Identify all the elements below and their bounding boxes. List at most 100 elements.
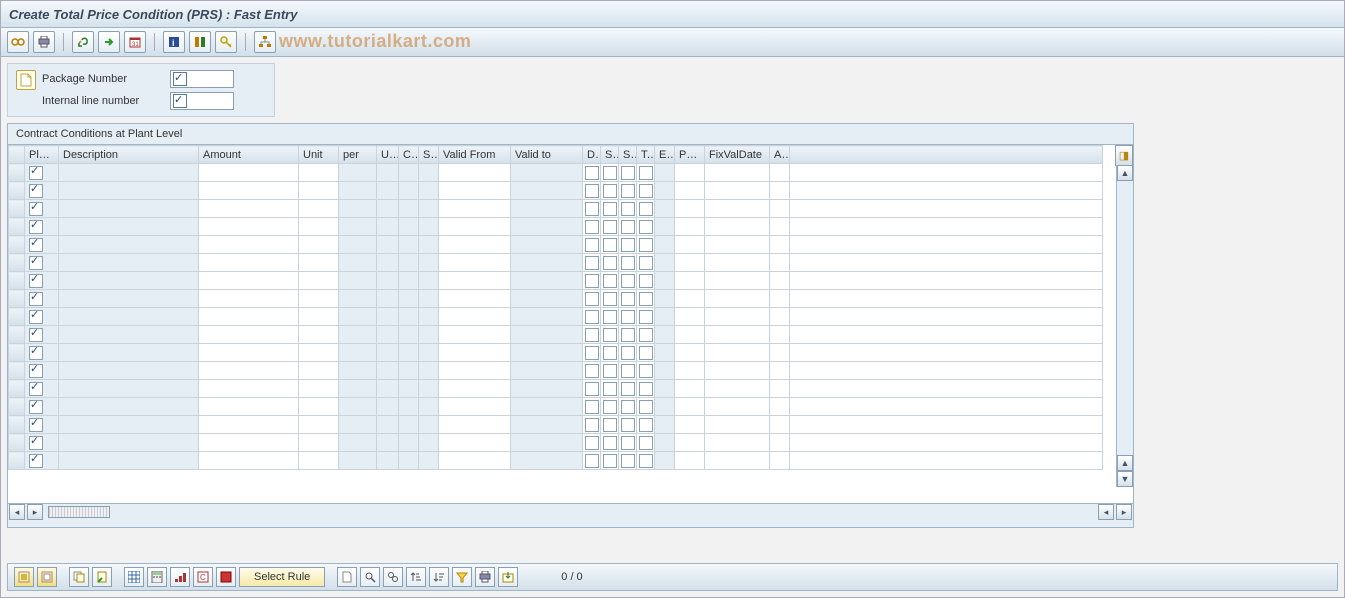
row-check-icon[interactable] <box>29 274 43 288</box>
checkbox-icon[interactable] <box>585 274 599 288</box>
column-header-pa[interactable]: Pa... <box>675 146 705 164</box>
cell[interactable] <box>419 416 439 434</box>
cell[interactable] <box>601 344 619 362</box>
cell[interactable] <box>419 344 439 362</box>
column-header-s[interactable]: S.. <box>601 146 619 164</box>
cell[interactable] <box>339 290 377 308</box>
cell[interactable] <box>705 416 770 434</box>
date-icon[interactable]: 31 <box>124 31 146 53</box>
checkbox-icon[interactable] <box>585 220 599 234</box>
row-check-icon[interactable] <box>29 346 43 360</box>
checkbox-icon[interactable] <box>621 292 635 306</box>
cell[interactable] <box>59 380 199 398</box>
column-header-description[interactable]: Description <box>59 146 199 164</box>
row-check-icon[interactable] <box>29 202 43 216</box>
cell[interactable] <box>619 308 637 326</box>
cell[interactable] <box>675 254 705 272</box>
table-row[interactable] <box>9 380 1103 398</box>
checkbox-icon[interactable] <box>603 436 617 450</box>
cell[interactable] <box>637 182 655 200</box>
new-page-icon[interactable] <box>337 567 357 587</box>
checkbox-icon[interactable] <box>621 274 635 288</box>
cell[interactable] <box>511 452 583 470</box>
column-header-per[interactable]: per <box>339 146 377 164</box>
cell[interactable] <box>59 398 199 416</box>
cell[interactable] <box>637 236 655 254</box>
cell[interactable] <box>339 344 377 362</box>
cell[interactable] <box>59 452 199 470</box>
checkbox-icon[interactable] <box>585 202 599 216</box>
execute-icon[interactable] <box>98 31 120 53</box>
cell[interactable] <box>511 326 583 344</box>
checkbox-icon[interactable] <box>603 310 617 324</box>
cell[interactable] <box>59 344 199 362</box>
checkbox-icon[interactable] <box>585 400 599 414</box>
cell[interactable] <box>637 326 655 344</box>
table-row[interactable] <box>9 452 1103 470</box>
cell[interactable] <box>59 272 199 290</box>
row-check-icon[interactable] <box>29 328 43 342</box>
cell[interactable] <box>339 254 377 272</box>
scroll-prev-icon[interactable]: ▸ <box>27 504 43 520</box>
cell[interactable] <box>583 344 601 362</box>
cell[interactable] <box>299 326 339 344</box>
cell[interactable] <box>377 452 399 470</box>
row-check-icon[interactable] <box>29 310 43 324</box>
print-icon[interactable] <box>33 31 55 53</box>
table-row[interactable] <box>9 236 1103 254</box>
scales-icon[interactable] <box>170 567 190 587</box>
cell[interactable] <box>705 452 770 470</box>
row-selector[interactable] <box>9 380 25 398</box>
cell[interactable] <box>377 380 399 398</box>
hierarchy-icon[interactable] <box>254 31 276 53</box>
cell[interactable] <box>655 398 675 416</box>
cell[interactable] <box>439 398 511 416</box>
checkbox-icon[interactable] <box>639 310 653 324</box>
cell[interactable] <box>511 254 583 272</box>
cell[interactable] <box>511 182 583 200</box>
row-check-icon[interactable] <box>29 382 43 396</box>
table-row[interactable] <box>9 218 1103 236</box>
checkbox-icon[interactable] <box>639 256 653 270</box>
cell[interactable] <box>511 308 583 326</box>
column-header-amount[interactable]: Amount <box>199 146 299 164</box>
cell[interactable] <box>511 236 583 254</box>
cell[interactable] <box>601 236 619 254</box>
cell[interactable] <box>399 380 419 398</box>
checkbox-icon[interactable] <box>585 328 599 342</box>
internal-line-input[interactable] <box>170 92 234 110</box>
cell[interactable] <box>637 254 655 272</box>
checkbox-icon[interactable] <box>639 436 653 450</box>
cell[interactable] <box>439 218 511 236</box>
select-all-icon[interactable] <box>14 567 34 587</box>
cell-plant[interactable] <box>25 434 59 452</box>
cell[interactable] <box>377 236 399 254</box>
row-selector[interactable] <box>9 308 25 326</box>
cell[interactable] <box>601 398 619 416</box>
checkbox-icon[interactable] <box>639 418 653 432</box>
cell-plant[interactable] <box>25 380 59 398</box>
filter-icon[interactable] <box>452 567 472 587</box>
conditions-grid[interactable]: ◨ ▲ ▲ ▼ <box>8 144 1133 503</box>
cell[interactable] <box>770 380 790 398</box>
cell[interactable] <box>705 308 770 326</box>
cell[interactable] <box>299 344 339 362</box>
cell[interactable] <box>299 236 339 254</box>
table-row[interactable] <box>9 200 1103 218</box>
checkbox-icon[interactable] <box>603 274 617 288</box>
cell[interactable] <box>299 380 339 398</box>
cell[interactable] <box>583 200 601 218</box>
column-header-plant[interactable]: Plant <box>25 146 59 164</box>
cell[interactable] <box>419 362 439 380</box>
cell[interactable] <box>655 416 675 434</box>
cell[interactable] <box>770 182 790 200</box>
column-header-c[interactable]: C.. <box>399 146 419 164</box>
cell[interactable] <box>377 434 399 452</box>
cell[interactable] <box>439 290 511 308</box>
cell[interactable] <box>705 164 770 182</box>
row-selector[interactable] <box>9 290 25 308</box>
cell[interactable] <box>339 416 377 434</box>
table-row[interactable] <box>9 254 1103 272</box>
cell-plant[interactable] <box>25 236 59 254</box>
cell[interactable] <box>675 416 705 434</box>
